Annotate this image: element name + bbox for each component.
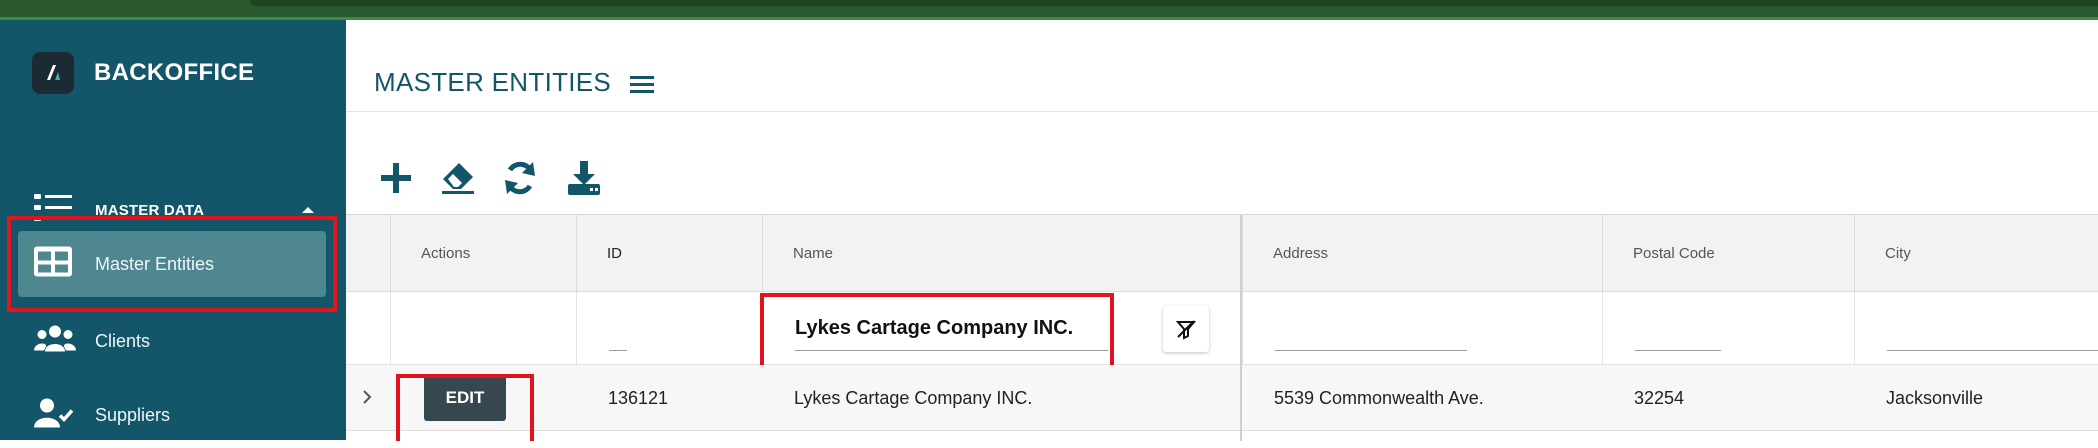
filter-underline-name [795, 350, 1108, 351]
sidebar-item-master-entities[interactable]: Master Entities [18, 231, 326, 297]
cell-id: 136121 [608, 387, 669, 408]
filter-clear-icon [1175, 318, 1197, 345]
column-header-id[interactable]: ID [576, 215, 762, 292]
brand-title: BACKOFFICE [94, 59, 255, 86]
browser-top-strip [0, 0, 2098, 20]
sidebar-item-suppliers[interactable]: Suppliers [18, 382, 326, 448]
table-icon [34, 246, 72, 282]
column-header-actions[interactable]: Actions [390, 215, 576, 292]
column-header-city[interactable]: City [1854, 215, 2098, 292]
filter-cell-id[interactable] [576, 292, 762, 365]
sidebar-item-clients[interactable]: Clients [18, 308, 326, 374]
menu-icon[interactable] [628, 70, 656, 98]
sidebar: BACKOFFICE MASTER DATA Master Entities C… [0, 20, 346, 440]
page-title: MASTER ENTITIES [374, 67, 612, 97]
brand-logo-icon [32, 52, 74, 94]
caret-up-icon [302, 201, 314, 219]
eraser-icon[interactable] [440, 160, 476, 196]
chevron-right-icon[interactable] [362, 388, 372, 411]
filter-cell-postal-code[interactable] [1602, 292, 1854, 365]
main-content: MASTER ENTITIES Actions ID Name Address … [346, 20, 2098, 441]
edit-button[interactable]: EDIT [424, 375, 506, 421]
pinned-column-divider [1240, 215, 1242, 441]
column-header-address[interactable]: Address [1242, 215, 1602, 292]
grid-filter-row: Lykes Cartage Company INC. [346, 292, 2098, 365]
filter-input-address[interactable] [1275, 350, 1467, 351]
page-header: MASTER ENTITIES [346, 20, 2098, 112]
filter-cell-actions [390, 292, 576, 365]
cell-name: Lykes Cartage Company INC. [794, 387, 1033, 408]
user-check-icon [34, 398, 74, 433]
download-icon[interactable] [566, 160, 602, 196]
sidebar-item-label: Master Entities [95, 253, 215, 274]
table-row[interactable]: EDIT 136121 Lykes Cartage Company INC. 5… [346, 365, 2098, 431]
brand[interactable]: BACKOFFICE [32, 52, 254, 94]
users-icon [34, 325, 76, 358]
filter-input-id[interactable] [609, 350, 627, 351]
column-header-name[interactable]: Name [762, 215, 1240, 292]
plus-icon[interactable] [378, 160, 414, 196]
cell-address: 5539 Commonwealth Ave. [1274, 387, 1484, 408]
refresh-icon[interactable] [502, 160, 538, 196]
sidebar-item-label: Suppliers [95, 404, 171, 425]
data-grid: Actions ID Name Address Postal Code City… [346, 214, 2098, 441]
column-header-postal-code[interactable]: Postal Code [1602, 215, 1854, 292]
filter-cell-address[interactable] [1242, 292, 1602, 365]
cell-city: Jacksonville [1886, 387, 1984, 408]
filter-cell-city[interactable] [1854, 292, 2098, 365]
clear-filter-button[interactable] [1163, 306, 1209, 352]
filter-input-name[interactable]: Lykes Cartage Company INC. [795, 317, 1073, 340]
grid-header-row: Actions ID Name Address Postal Code City [346, 215, 2098, 292]
browser-tab-strip [250, 0, 2098, 6]
sidebar-item-label: Clients [95, 330, 151, 351]
filter-input-postal-code[interactable] [1635, 350, 1721, 351]
list-icon [34, 192, 72, 229]
filter-input-city[interactable] [1887, 350, 2098, 351]
cell-postal-code: 32254 [1634, 387, 1685, 408]
sidebar-group-label: MASTER DATA [95, 201, 205, 219]
filter-cell-name[interactable]: Lykes Cartage Company INC. [762, 292, 1240, 365]
